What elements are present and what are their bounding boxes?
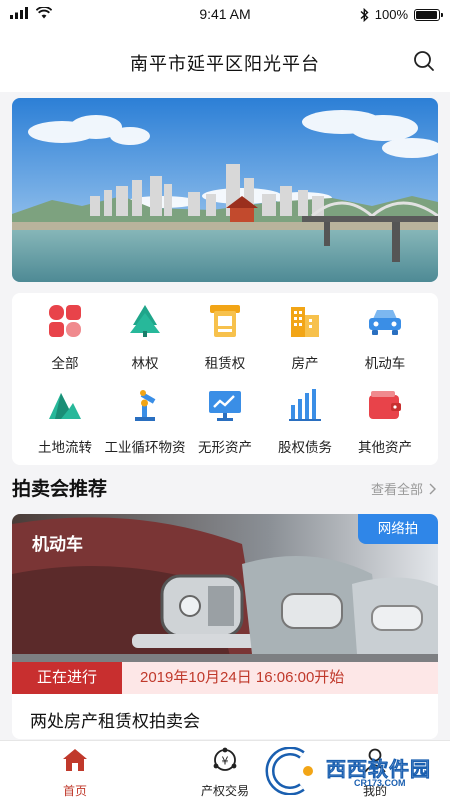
bluetooth-icon [360,7,369,22]
view-all-label: 查看全部 [370,482,423,497]
home-icon [63,749,87,771]
category-lease[interactable]: 租赁权 [182,303,268,373]
category-label: 其他资产 [358,440,412,455]
bar-chart-icon [289,389,321,421]
status-bar: 9:41 AM 100% [0,0,450,30]
category-label: 股权债务 [278,440,332,455]
category-label: 工业循环物资 [104,440,186,455]
car-icon [369,310,401,335]
search-icon[interactable] [412,49,436,73]
lease-document-icon [210,305,240,337]
svg-text:¥: ¥ [222,755,229,768]
auction-title: 两处房产租赁权拍卖会 [30,712,200,731]
robot-arm-icon [135,390,156,421]
category-label: 租赁权 [204,356,246,371]
category-all[interactable]: 全部 [22,303,108,373]
category-label: 全部 [51,356,79,371]
recommend-title: 拍卖会推荐 [12,479,108,500]
category-other[interactable]: 其他资产 [342,387,428,457]
tree-icon [130,305,160,337]
auction-card[interactable]: 机动车 网络拍 正在进行 2019年10月24日 16:06:00开始 两处房产… [12,514,438,739]
category-forest[interactable]: 林权 [102,303,188,373]
category-label: 房产 [291,356,319,371]
category-industrial[interactable]: 工业循环物资 [102,387,188,457]
watermark-logo: 西西软件园 CR173.COM [258,746,448,796]
category-intangible[interactable]: 无形资产 [182,387,268,457]
view-all-link[interactable]: 查看全部 [371,479,436,498]
mountain-land-icon [49,393,81,419]
category-label: 林权 [131,356,159,371]
city-skyline-image [12,98,438,282]
battery-percent: 100% [374,7,408,22]
building-icon [291,307,319,337]
status-right: 100% [360,7,443,22]
battery-level [416,10,437,19]
tab-label: 首页 [62,784,87,798]
page-title: 南平市延平区阳光平台 [130,54,320,74]
hero-banner[interactable] [12,98,438,282]
wallet-icon [369,391,401,419]
chevron-right-icon [429,483,436,494]
watermark-subtext: CR173.COM [354,778,406,788]
category-label: 土地流转 [38,440,92,455]
category-land[interactable]: 土地流转 [22,387,108,457]
clover-grid-icon [49,305,81,337]
category-label: 无形资产 [198,440,252,455]
category-equity[interactable]: 股权债务 [262,387,348,457]
auction-category: 机动车 [32,535,83,554]
category-grid: 全部 林权 租赁权 房产 机动车 土地流转 工业循环物资 无形资产 股权债务 其… [12,293,438,465]
auction-start-time: 2019年10月24日 16:06:00开始 [140,669,345,686]
category-label: 机动车 [364,356,406,371]
yen-exchange-icon: ¥ [213,747,237,771]
tab-home[interactable]: 首页 [20,747,130,799]
header: 南平市延平区阳光平台 [0,30,450,92]
monitor-chart-icon [209,391,241,421]
category-vehicle[interactable]: 机动车 [342,303,428,373]
category-property[interactable]: 房产 [262,303,348,373]
battery-icon [414,8,443,21]
online-auction-badge: 网络拍 [358,514,438,544]
status-badge: 正在进行 [12,662,122,694]
auction-status-bar: 正在进行 2019年10月24日 16:06:00开始 [12,662,438,694]
